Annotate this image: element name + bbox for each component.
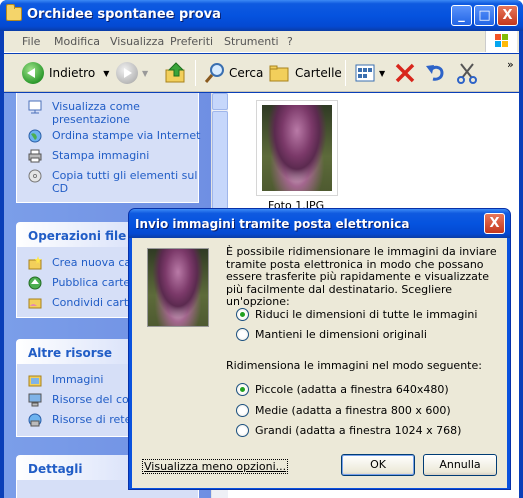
dialog-description: È possibile ridimensionare le immagini d… xyxy=(226,245,497,309)
maximize-button[interactable]: □ xyxy=(474,5,495,26)
scissors-icon xyxy=(457,63,477,84)
back-dropdown-icon[interactable]: ▼ xyxy=(103,69,109,78)
views-dropdown-icon[interactable]: ▼ xyxy=(379,69,385,78)
network-icon xyxy=(28,413,42,427)
task-label: Stampa immagini xyxy=(52,149,150,162)
new-folder-icon xyxy=(28,256,42,270)
size-medium[interactable]: Medie (adatta a finestra 800 x 600) xyxy=(236,404,451,417)
menu-file[interactable]: File xyxy=(22,35,40,48)
cd-icon xyxy=(28,169,42,183)
publish-icon xyxy=(28,276,42,290)
undo-icon xyxy=(426,65,444,81)
printer-icon xyxy=(28,149,42,163)
globe-icon xyxy=(28,129,42,143)
dialog-body: È possibile ridimensionare le immagini d… xyxy=(132,238,507,488)
scroll-up-icon[interactable] xyxy=(212,93,228,110)
delete-icon xyxy=(395,63,415,83)
folders-label: Cartelle xyxy=(295,66,342,80)
radio-icon[interactable] xyxy=(236,424,249,437)
radio-selected-icon[interactable] xyxy=(236,383,249,396)
toolbar-separator xyxy=(345,60,346,86)
window-titlebar[interactable]: Orchidee spontanee prova _ □ X xyxy=(0,0,523,31)
cut-button[interactable] xyxy=(455,60,479,86)
pictures-folder-icon xyxy=(28,375,42,387)
menu-view[interactable]: Visualizza xyxy=(110,35,164,48)
back-label: Indietro xyxy=(49,66,96,80)
orchid-photo xyxy=(262,105,332,191)
search-icon xyxy=(204,63,224,83)
windows-logo-icon xyxy=(485,31,517,52)
menu-edit[interactable]: Modifica xyxy=(54,35,100,48)
menu-favorites[interactable]: Preferiti xyxy=(170,35,213,48)
window-title: Orchidee spontanee prova xyxy=(27,7,221,22)
send-pictures-dialog: Invio immagini tramite posta elettronica… xyxy=(128,208,511,490)
folders-icon xyxy=(269,65,289,82)
search-button[interactable]: Cerca xyxy=(203,60,263,86)
ok-button[interactable]: OK xyxy=(341,454,415,476)
delete-button[interactable] xyxy=(393,60,417,86)
menu-tools[interactable]: Strumenti xyxy=(224,35,279,48)
dialog-preview-image xyxy=(147,248,209,327)
my-computer-icon xyxy=(28,393,42,407)
forward-button[interactable]: ▼ xyxy=(116,60,148,86)
size-small[interactable]: Piccole (adatta a finestra 640x480) xyxy=(236,383,449,396)
views-button[interactable]: ▼ xyxy=(354,60,385,86)
picture-tasks-panel: Visualizza come presentazione Ordina sta… xyxy=(16,93,200,203)
up-folder-icon xyxy=(165,62,185,83)
option-keep-original[interactable]: Mantieni le dimensioni originali xyxy=(236,328,427,341)
toolbar-separator xyxy=(195,60,196,86)
back-arrow-icon xyxy=(22,62,44,84)
option-label: Riduci le dimensioni di tutte le immagin… xyxy=(255,308,478,321)
undo-button[interactable] xyxy=(423,60,447,86)
minimize-button[interactable]: _ xyxy=(451,5,472,26)
file-thumbnail[interactable] xyxy=(256,100,338,196)
task-label: Copia tutti gli elementi sul CD xyxy=(52,169,198,195)
dialog-titlebar[interactable]: Invio immagini tramite posta elettronica… xyxy=(129,209,510,238)
close-button[interactable]: X xyxy=(497,5,518,26)
toolbar-overflow-icon[interactable]: » xyxy=(507,58,514,71)
back-button[interactable]: Indietro ▼ xyxy=(22,60,109,86)
search-label: Cerca xyxy=(229,66,264,80)
radio-icon[interactable] xyxy=(236,404,249,417)
folder-icon xyxy=(6,4,22,21)
option-reduce-size[interactable]: Riduci le dimensioni di tutte le immagin… xyxy=(236,308,477,321)
menubar: File Modifica Visualizza Preferiti Strum… xyxy=(4,31,519,53)
radio-selected-icon[interactable] xyxy=(236,308,249,321)
toolbar: Indietro ▼ ▼ Cerca Cartelle ▼ » xyxy=(4,54,519,92)
radio-icon[interactable] xyxy=(236,328,249,341)
dialog-title: Invio immagini tramite posta elettronica xyxy=(135,217,410,231)
views-icon xyxy=(355,64,375,82)
fewer-options-link[interactable]: Visualizza meno opzioni... xyxy=(142,459,289,474)
task-label: Ordina stampe via Internet xyxy=(52,129,201,142)
menu-help[interactable]: ? xyxy=(287,35,293,48)
up-folder-button[interactable] xyxy=(164,60,188,86)
task-label: Visualizza come presentazione xyxy=(52,100,140,126)
size-label: Grandi (adatta a finestra 1024 x 768) xyxy=(255,424,462,437)
size-label: Medie (adatta a finestra 800 x 600) xyxy=(255,404,451,417)
size-label: Piccole (adatta a finestra 640x480) xyxy=(255,383,449,396)
share-folder-icon xyxy=(28,298,42,309)
orchid-photo xyxy=(148,249,208,326)
folders-button[interactable]: Cartelle xyxy=(268,60,342,86)
forward-dropdown-icon[interactable]: ▼ xyxy=(142,69,148,78)
resize-label: Ridimensiona le immagini nel modo seguen… xyxy=(226,359,482,372)
slideshow-icon xyxy=(28,100,42,114)
option-label: Mantieni le dimensioni originali xyxy=(255,328,427,341)
dialog-close-button[interactable]: X xyxy=(484,213,505,234)
size-large[interactable]: Grandi (adatta a finestra 1024 x 768) xyxy=(236,424,461,437)
cancel-button[interactable]: Annulla xyxy=(423,454,497,476)
forward-arrow-icon xyxy=(116,62,138,84)
